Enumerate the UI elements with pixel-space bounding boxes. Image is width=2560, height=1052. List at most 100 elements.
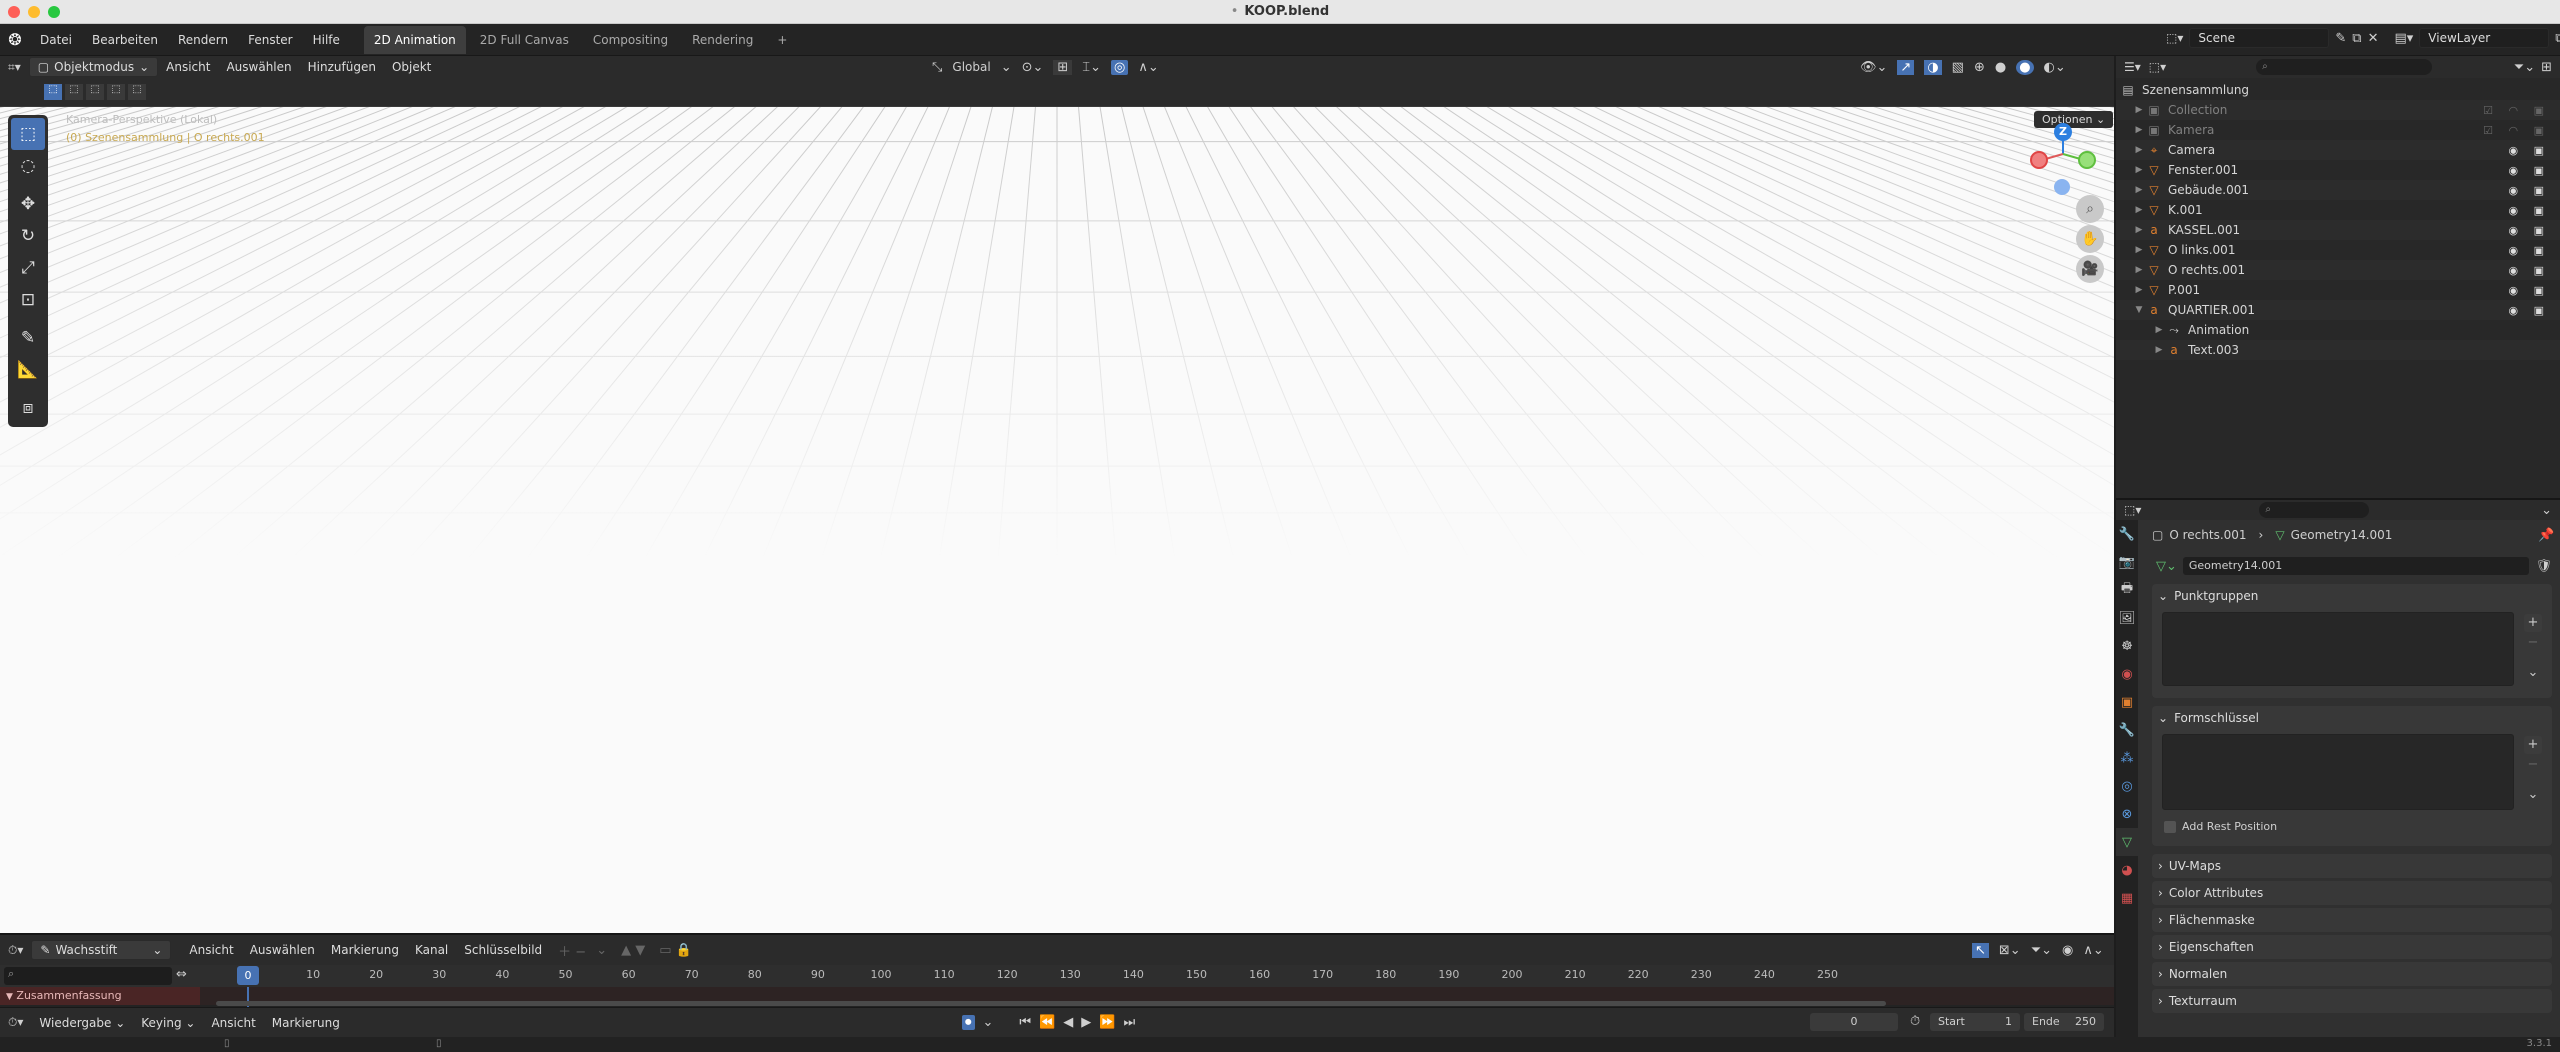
expand-triangle-icon[interactable]: ▶ (2152, 325, 2166, 335)
new-collection-icon[interactable]: ⊞ (2541, 60, 2552, 75)
physics-tab-icon[interactable]: ◎ (2116, 772, 2138, 800)
expand-triangle-icon[interactable]: ▶ (2152, 345, 2166, 355)
pin-icon[interactable]: 📌 (2538, 528, 2554, 543)
timeline-ruler[interactable]: ⌕ ⇔ 10 20 30 40 50 60 70 80 90 100 110 120 130 140 150… (0, 965, 2114, 987)
outliner-row[interactable]: ▶ ▽ P.001 ◉ ▣ (2116, 280, 2560, 300)
output-tab-icon[interactable]: 🖶 (2116, 576, 2138, 604)
end-frame-field[interactable]: Ende 250 (2024, 1013, 2104, 1031)
workspace-tab-rendering[interactable]: Rendering (682, 26, 763, 54)
playback-menu-wiedergabe[interactable]: Wiedergabe ⌄ (31, 1009, 133, 1037)
outliner-row[interactable]: ▶ ▽ Fenster.001 ◉ ▣ (2116, 160, 2560, 180)
shading-wireframe-icon[interactable]: ⊕ (1974, 60, 1985, 75)
scale-tool-icon[interactable]: ⤢ (11, 252, 45, 284)
pan-hand-icon[interactable]: ✋ (2076, 225, 2104, 253)
timeline-menu-auswaehlen[interactable]: Auswählen (242, 936, 323, 964)
object-tab-icon[interactable]: ▣ (2116, 688, 2138, 716)
timeline-menu-schluesselbild[interactable]: Schlüsselbild (456, 936, 550, 964)
visibility-toggle-icon[interactable]: ◉ ▣ (2509, 224, 2551, 237)
scene-icon[interactable]: ⬚▾ (2166, 31, 2183, 45)
data-tab-icon[interactable]: ▽ (2116, 828, 2138, 856)
pivot-icon[interactable]: ⊙⌄ (1022, 60, 1044, 75)
jump-start-icon[interactable]: ⏮ (1019, 1015, 1031, 1030)
panel-texturraum[interactable]: › Texturraum (2152, 989, 2552, 1013)
mode-dropdown[interactable]: ▢ Objektmodus ⌄ (28, 57, 159, 77)
jump-end-icon[interactable]: ⏭ (1123, 1015, 1135, 1030)
vertex-group-menu-icon[interactable]: ⌄ (2524, 664, 2542, 682)
workspace-tab-compositing[interactable]: Compositing (583, 26, 678, 54)
expand-triangle-icon[interactable]: ▶ (2132, 125, 2146, 135)
expand-triangle-icon[interactable]: ▶ (2132, 185, 2146, 195)
panel-color-attributes[interactable]: › Color Attributes (2152, 881, 2552, 905)
annotate-tool-icon[interactable]: ✎ (11, 322, 45, 354)
properties-editor-icon[interactable]: ⬚▾ (2116, 503, 2149, 517)
layer-visibility-icon[interactable]: ▭ 🔒 (659, 943, 692, 958)
current-frame-field[interactable]: 0 (1810, 1013, 1898, 1031)
panel-normalen[interactable]: › Normalen (2152, 962, 2552, 986)
panel-eigenschaften[interactable]: › Eigenschaften (2152, 935, 2552, 959)
snap-icon[interactable]: ⊞ (1053, 59, 1073, 75)
visibility-icon[interactable]: 👁⌄ (1860, 60, 1887, 75)
outliner-row[interactable]: ▶ ⤳ Animation (2116, 320, 2560, 340)
gizmo-neg-z-axis[interactable] (2054, 179, 2070, 195)
outliner-row[interactable]: ▼ a QUARTIER.001 ◉ ▣ (2116, 300, 2560, 320)
texture-tab-icon[interactable]: ▦ (2116, 884, 2138, 912)
outliner-row[interactable]: ▶ a Text.003 (2116, 340, 2560, 360)
outliner-search-input[interactable]: ⌕ (2256, 59, 2433, 75)
overlay-toggle-icon[interactable]: ◑ (1924, 59, 1942, 75)
play-icon[interactable]: ▶ (1081, 1015, 1091, 1030)
falloff-icon[interactable]: ∧⌄ (1138, 60, 1158, 75)
datablock-name-field[interactable]: Geometry14.001 (2182, 557, 2530, 575)
add-cube-tool-icon[interactable]: ⧈ (11, 392, 45, 424)
expand-triangle-icon[interactable]: ▶ (2132, 165, 2146, 175)
blender-logo-icon[interactable]: ❂ (0, 30, 30, 49)
shading-rendered-icon[interactable]: ◐⌄ (2044, 60, 2066, 75)
shading-material-icon[interactable]: ● (2016, 59, 2034, 75)
visibility-toggle-icon[interactable]: ☑ ◠ ▣ (2483, 104, 2550, 117)
outliner-row[interactable]: ▶ ▣ Kamera ☑ ◠ ▣ (2116, 120, 2560, 140)
outliner-root-row[interactable]: ▤ Szenensammlung (2116, 80, 2560, 100)
visibility-toggle-icon[interactable]: ◉ ▣ (2509, 184, 2551, 197)
expand-triangle-icon[interactable]: ▶ (2132, 225, 2146, 235)
proportional-edit-icon[interactable]: ◎ (1111, 59, 1129, 75)
scene-selector[interactable]: Scene (2189, 28, 2330, 48)
pin-icon[interactable]: ✎ (2335, 31, 2346, 46)
mesh-browse-icon[interactable]: ▽⌄ (2156, 559, 2177, 574)
channel-search-input[interactable]: ⌕ (4, 967, 172, 985)
fake-user-shield-icon[interactable]: 🛡 (2535, 559, 2552, 574)
panel-header-punktgruppen[interactable]: ⌄ Punktgruppen (2152, 584, 2552, 608)
transform-tool-icon[interactable]: ⊡ (11, 284, 45, 316)
menu-rendern[interactable]: Rendern (168, 26, 238, 54)
chevron-down-icon[interactable]: ⌄ (983, 1015, 994, 1030)
visibility-toggle-icon[interactable]: ☑ ◠ ▣ (2483, 124, 2550, 137)
select-new-icon[interactable]: ⬚ (44, 84, 62, 100)
summary-channel[interactable]: ▼ Zusammenfassung (0, 987, 200, 1005)
3d-viewport[interactable]: ⬚ ◌ ✥ ↻ ⤢ ⊡ ✎ 📐 ⧈ Kamera-Perspektive (Lo… (0, 106, 2114, 933)
visibility-toggle-icon[interactable]: ◉ ▣ (2509, 284, 2551, 297)
timeline-menu-ansicht[interactable]: Ansicht (181, 936, 241, 964)
xray-icon[interactable]: ▧ (1952, 60, 1964, 75)
timeline-menu-kanal[interactable]: Kanal (407, 936, 456, 964)
outliner-row[interactable]: ▶ ▽ Gebäude.001 ◉ ▣ (2116, 180, 2560, 200)
timeline-editor-type-icon[interactable]: ⏱▾ (0, 943, 31, 958)
next-keyframe-icon[interactable]: ⏩ (1099, 1015, 1115, 1030)
expand-triangle-icon[interactable]: ▶ (2132, 145, 2146, 155)
viewport-menu-hinzufuegen[interactable]: Hinzufügen (300, 56, 384, 78)
gizmo-toggle-icon[interactable]: ↗ (1897, 59, 1915, 75)
layer-chevron-icon[interactable]: ⌄ (596, 943, 607, 958)
outliner-row[interactable]: ▶ a KASSEL.001 ◉ ▣ (2116, 220, 2560, 240)
swap-icon[interactable]: ⇔ (176, 967, 187, 982)
timeline-menu-markierung[interactable]: Markierung (323, 936, 407, 964)
visibility-toggle-icon[interactable]: ◉ ▣ (2509, 144, 2551, 157)
outliner-row[interactable]: ▶ ▽ K.001 ◉ ▣ (2116, 200, 2560, 220)
menu-fenster[interactable]: Fenster (238, 26, 303, 54)
add-rest-position-checkbox[interactable] (2164, 820, 2176, 833)
add-workspace-icon[interactable]: + (767, 26, 797, 54)
visibility-toggle-icon[interactable]: ◉ ▣ (2509, 164, 2551, 177)
menu-hilfe[interactable]: Hilfe (303, 26, 350, 54)
add-shape-key-button[interactable]: + (2524, 736, 2542, 754)
new-viewlayer-icon[interactable]: ⧉ (2555, 31, 2560, 46)
filter-icon[interactable]: ⏷⌄ (2031, 943, 2052, 958)
shading-solid-icon[interactable]: ● (1995, 60, 2006, 75)
vertex-group-list[interactable] (2162, 612, 2514, 686)
move-tool-icon[interactable]: ✥ (11, 188, 45, 220)
